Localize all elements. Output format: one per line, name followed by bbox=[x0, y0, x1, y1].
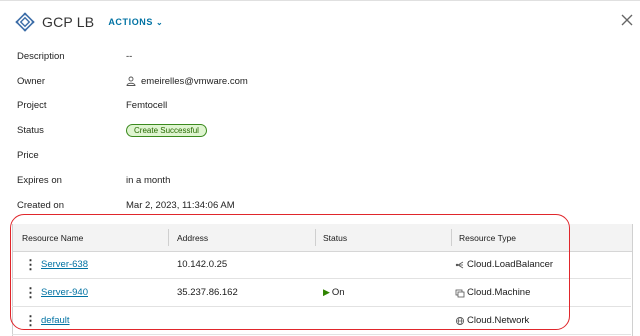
user-icon bbox=[126, 76, 136, 87]
row-actions-kebab-icon[interactable]: ⋮ bbox=[24, 257, 37, 273]
row-actions-kebab-icon[interactable]: ⋮ bbox=[24, 313, 37, 329]
owner-value: emeirelles@vmware.com bbox=[126, 76, 248, 87]
properties-list: Description -- Owner emeirelles@vmware.c… bbox=[17, 44, 577, 218]
property-label: Description bbox=[17, 50, 65, 62]
network-icon bbox=[456, 316, 464, 325]
property-label: Project bbox=[17, 100, 47, 112]
resource-type: Cloud.Machine bbox=[467, 287, 531, 298]
column-header-resource-type[interactable]: Resource Type bbox=[459, 224, 516, 251]
property-expires-on: Expires on in a month bbox=[17, 168, 577, 193]
resource-type: Cloud.Network bbox=[467, 315, 530, 326]
resource-address: 10.142.0.25 bbox=[177, 259, 228, 270]
status-value: Create Successful bbox=[126, 124, 207, 138]
table-row: ⋮ Server-638 10.142.0.25 Cloud.LoadBalan… bbox=[12, 251, 631, 279]
column-separator[interactable] bbox=[451, 229, 452, 246]
property-price: Price bbox=[17, 143, 577, 168]
owner-email: emeirelles@vmware.com bbox=[141, 75, 248, 87]
top-border bbox=[0, 0, 640, 1]
resource-name-link[interactable]: Server-638 bbox=[41, 259, 88, 270]
power-on-icon: ▶ bbox=[323, 287, 330, 297]
property-value: -- bbox=[126, 50, 133, 62]
resource-type: Cloud.LoadBalancer bbox=[467, 259, 554, 270]
property-description: Description -- bbox=[17, 44, 577, 69]
property-value: in a month bbox=[126, 174, 171, 186]
property-project: Project Femtocell bbox=[17, 94, 577, 119]
actions-menu-button[interactable]: ACTIONS ⌄ bbox=[108, 17, 163, 27]
column-header-resource-name[interactable]: Resource Name bbox=[22, 224, 83, 251]
chevron-down-icon: ⌄ bbox=[156, 17, 164, 27]
table-row: ⋮ default Cloud.Network bbox=[12, 307, 631, 335]
column-separator[interactable] bbox=[315, 229, 316, 246]
close-icon[interactable] bbox=[621, 14, 633, 26]
property-value: Femtocell bbox=[126, 100, 168, 112]
property-label: Status bbox=[17, 125, 44, 137]
header: GCP LB ACTIONS ⌄ bbox=[14, 10, 163, 34]
resource-address: 35.237.86.162 bbox=[177, 287, 238, 298]
actions-label: ACTIONS bbox=[108, 17, 154, 27]
resource-name-link[interactable]: default bbox=[41, 315, 70, 326]
resource-status: On bbox=[331, 287, 345, 298]
property-owner: Owner emeirelles@vmware.com bbox=[17, 69, 577, 94]
property-value: Mar 2, 2023, 11:34:06 AM bbox=[126, 199, 235, 211]
column-header-address[interactable]: Address bbox=[177, 224, 208, 251]
page-title: GCP LB bbox=[42, 14, 95, 30]
table-row: ⋮ Server-940 35.237.86.162 ▶ On Cloud.Ma… bbox=[12, 279, 631, 307]
property-label: Owner bbox=[17, 75, 45, 87]
property-label: Price bbox=[17, 150, 39, 162]
column-separator[interactable] bbox=[168, 229, 169, 246]
status-badge: Create Successful bbox=[126, 124, 207, 138]
row-actions-kebab-icon[interactable]: ⋮ bbox=[24, 285, 37, 301]
column-header-status[interactable]: Status bbox=[323, 224, 347, 251]
load-balancer-icon bbox=[455, 261, 464, 268]
gcp-lb-logo-icon bbox=[15, 12, 35, 32]
property-label: Expires on bbox=[17, 174, 62, 186]
property-label: Created on bbox=[17, 199, 65, 211]
property-created-on: Created on Mar 2, 2023, 11:34:06 AM bbox=[17, 193, 577, 218]
resource-name-link[interactable]: Server-940 bbox=[41, 287, 88, 298]
property-status: Status Create Successful bbox=[17, 118, 577, 143]
machine-icon bbox=[455, 289, 465, 297]
